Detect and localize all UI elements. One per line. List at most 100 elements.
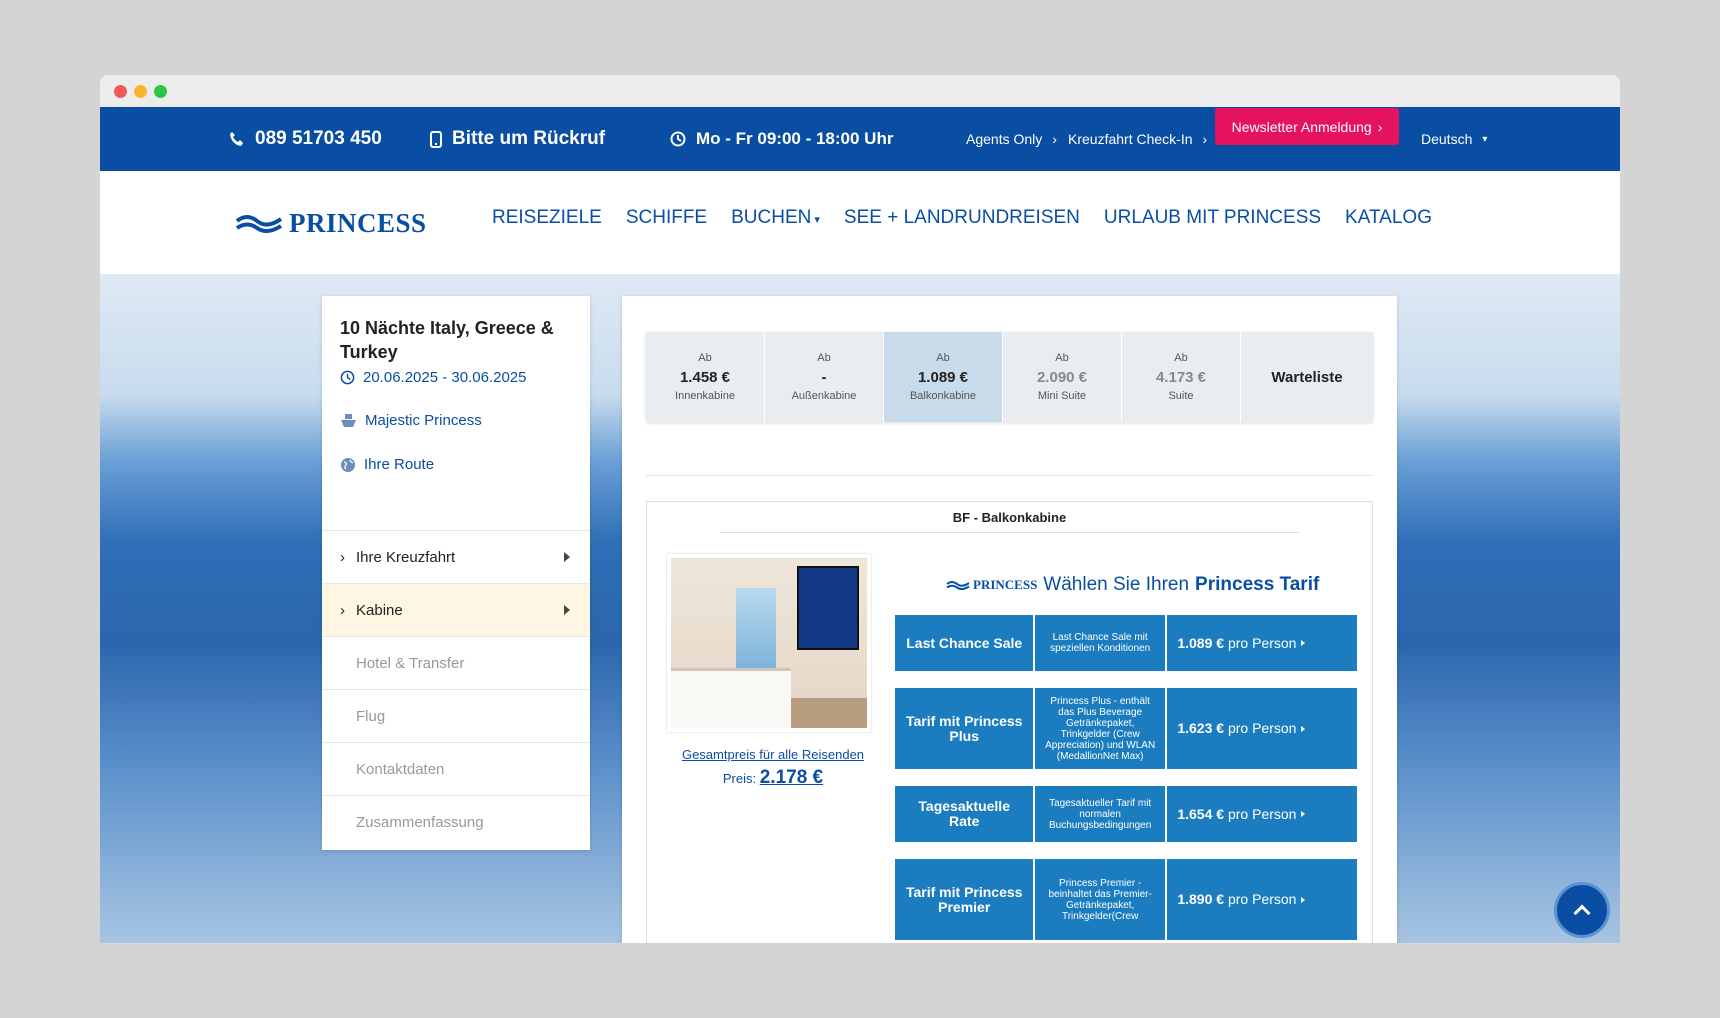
tariff-unit: pro Person xyxy=(1227,805,1297,822)
ship-icon xyxy=(341,414,356,427)
step-label: Flug xyxy=(356,707,386,725)
phone-icon xyxy=(230,132,243,146)
step-ihre-kreuzfahrt[interactable]: › Ihre Kreuzfahrt xyxy=(322,530,590,583)
chevron-up-icon xyxy=(1573,904,1591,922)
tariff-price: 1.623 € xyxy=(1177,720,1225,736)
price-label: Preis: xyxy=(722,771,757,786)
tariff-price-text: 1.654 € pro Person xyxy=(1167,805,1307,822)
category-price: 1.458 € xyxy=(679,369,731,386)
cabin-price: Preis: 2.178 € xyxy=(667,767,879,789)
nav-link-buchen-label: BUCHEN xyxy=(731,207,812,228)
step-kabine[interactable]: › Kabine xyxy=(322,583,590,636)
tariff-description: Tagesaktueller Tarif mit normalen Buchun… xyxy=(1035,786,1165,842)
chevron-right-icon: › xyxy=(340,548,345,566)
category-suite[interactable]: Ab 4.173 € Suite xyxy=(1122,332,1241,422)
tariff-price-text: 1.089 € pro Person xyxy=(1167,635,1307,651)
caret-right-icon xyxy=(1301,640,1305,646)
route-label: Ihre Route xyxy=(364,456,435,473)
nav-link-schiffe[interactable]: SCHIFFE xyxy=(626,207,707,229)
from-label: Ab xyxy=(1174,352,1188,364)
chevron-right-icon: › xyxy=(1052,131,1057,147)
tariff-price-button[interactable]: 1.890 € pro Person xyxy=(1166,859,1357,940)
nav-link-urlaub[interactable]: URLAUB MIT PRINCESS xyxy=(1104,207,1321,229)
waves-logo-icon xyxy=(235,214,283,233)
caret-right-icon xyxy=(1301,811,1305,817)
total-price-link[interactable]: Gesamtpreis für alle Reisenden xyxy=(667,747,879,762)
title-divider xyxy=(720,532,1300,533)
checkin-link[interactable]: Kreuzfahrt Check-In › xyxy=(1068,107,1207,171)
tariff-heading-text: Wählen Sie Ihren xyxy=(1043,574,1190,595)
tariff-price-button[interactable]: 1.089 € pro Person xyxy=(1166,615,1357,671)
princess-logo[interactable]: PRINCESS xyxy=(235,208,427,239)
step-label: Zusammenfassung xyxy=(356,813,484,831)
cabin-category-bar: Ab 1.458 € Innenkabine Ab - Außenkabine … xyxy=(646,332,1373,422)
tariff-row-princess-premier[interactable]: Tarif mit Princess Premier Princess Prem… xyxy=(895,859,1357,940)
nav-link-katalog[interactable]: KATALOG xyxy=(1345,207,1432,229)
close-window-button[interactable] xyxy=(114,85,127,98)
category-price: 2.090 € xyxy=(1036,369,1088,386)
tariff-heading-bold: Princess Tarif xyxy=(1195,574,1320,595)
caret-down-icon: ▾ xyxy=(811,214,820,226)
step-kontaktdaten: Kontaktdaten xyxy=(322,742,590,795)
price-value[interactable]: 2.178 € xyxy=(760,767,823,788)
cabin-photo xyxy=(667,554,871,732)
scroll-to-top-button[interactable] xyxy=(1554,882,1610,938)
step-label: Kontaktdaten xyxy=(356,760,445,778)
tariff-name: Tarif mit Princess Plus xyxy=(895,688,1034,769)
tariff-row-last-chance[interactable]: Last Chance Sale Last Chance Sale mit sp… xyxy=(895,615,1357,671)
caret-down-icon: ▾ xyxy=(1482,133,1488,145)
cruise-dates: 20.06.2025 - 30.06.2025 xyxy=(340,369,526,386)
ship-label: Majestic Princess xyxy=(365,412,482,429)
phone-link[interactable]: 089 51703 450 xyxy=(229,107,382,171)
from-label: Ab xyxy=(817,352,831,364)
from-label: Ab xyxy=(936,352,950,364)
route-link[interactable]: Ihre Route xyxy=(340,456,434,473)
dates-label: 20.06.2025 - 30.06.2025 xyxy=(363,369,527,386)
category-label: Außenkabine xyxy=(791,390,857,402)
caret-right-icon xyxy=(1301,725,1305,732)
princess-mini-logo: PRINCESS xyxy=(946,577,1037,593)
callback-link[interactable]: Bitte um Rückruf xyxy=(430,107,605,171)
ocean-background: 10 Nächte Italy, Greece & Turkey 20.06.2… xyxy=(100,274,1620,943)
nav-link-buchen[interactable]: BUCHEN ▾ xyxy=(731,207,820,229)
step-label: Hotel & Transfer xyxy=(356,654,465,672)
agents-link[interactable]: Agents Only › xyxy=(966,107,1057,171)
maximize-window-button[interactable] xyxy=(154,85,167,98)
callback-label: Bitte um Rückruf xyxy=(452,128,606,149)
category-price: 4.173 € xyxy=(1155,369,1207,386)
tariff-name: Tarif mit Princess Premier xyxy=(895,859,1034,940)
tariff-price-button[interactable]: 1.623 € pro Person xyxy=(1166,688,1357,769)
agents-label: Agents Only xyxy=(966,131,1043,147)
newsletter-button[interactable]: Newsletter Anmeldung › xyxy=(1215,108,1399,145)
category-mini-suite[interactable]: Ab 2.090 € Mini Suite xyxy=(1003,332,1122,422)
category-aussenkabine[interactable]: Ab - Außenkabine xyxy=(765,332,884,422)
language-label: Deutsch xyxy=(1421,131,1473,147)
language-dropdown[interactable]: Deutsch ▾ xyxy=(1421,107,1487,171)
tariff-price-button[interactable]: 1.654 € pro Person xyxy=(1166,786,1357,842)
top-contact-bar: 089 51703 450 Bitte um Rückruf Mo - Fr 0… xyxy=(100,107,1620,171)
tariff-name: Last Chance Sale xyxy=(895,615,1034,671)
nav-link-landrundreisen[interactable]: SEE + LANDRUNDREISEN xyxy=(844,207,1080,229)
tariff-description: Last Chance Sale mit speziellen Konditio… xyxy=(1035,615,1165,671)
tariff-heading: PRINCESS Wählen Sie Ihren Princess Tarif xyxy=(946,574,1319,596)
tariff-unit: pro Person xyxy=(1227,891,1297,907)
mini-logo-text: PRINCESS xyxy=(973,577,1038,592)
step-label: Ihre Kreuzfahrt xyxy=(356,548,456,566)
mobile-icon xyxy=(430,130,442,148)
tariff-row-princess-plus[interactable]: Tarif mit Princess Plus Princess Plus - … xyxy=(895,688,1357,769)
section-divider xyxy=(646,475,1373,476)
waitlist-button[interactable]: Warteliste xyxy=(1241,332,1373,422)
cabin-selection-panel: Ab 1.458 € Innenkabine Ab - Außenkabine … xyxy=(622,296,1397,943)
ship-link[interactable]: Majestic Princess xyxy=(340,412,482,429)
category-balkonkabine[interactable]: Ab 1.089 € Balkonkabine xyxy=(884,332,1003,422)
step-zusammenfassung: Zusammenfassung xyxy=(322,795,590,848)
clock-icon xyxy=(340,370,355,385)
nav-links: REISEZIELE SCHIFFE BUCHEN ▾ SEE + LANDRU… xyxy=(492,207,1432,229)
tariff-unit: pro Person xyxy=(1227,720,1297,736)
nav-link-reiseziele[interactable]: REISEZIELE xyxy=(492,207,602,229)
minimize-window-button[interactable] xyxy=(134,85,147,98)
category-innenkabine[interactable]: Ab 1.458 € Innenkabine xyxy=(646,332,765,422)
step-flug: Flug xyxy=(322,689,590,742)
phone-number: 089 51703 450 xyxy=(255,128,382,149)
tariff-row-tagesaktuell[interactable]: Tagesaktuelle Rate Tagesaktueller Tarif … xyxy=(895,786,1357,842)
